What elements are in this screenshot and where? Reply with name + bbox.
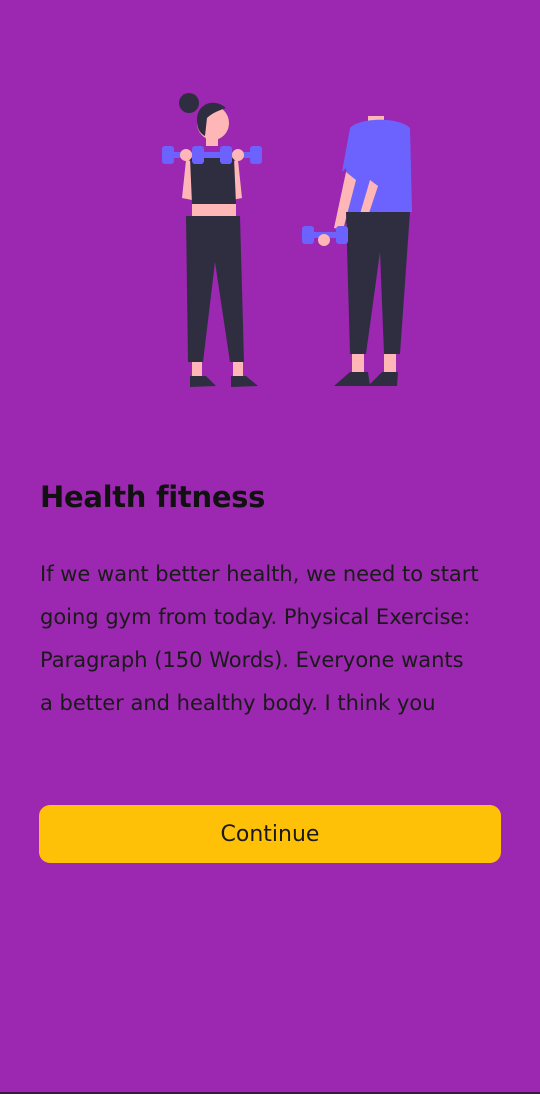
fitness-people-illustration [162, 93, 412, 387]
woman-figure [162, 93, 262, 387]
onboarding-description: If we want better health, we need to sta… [40, 562, 479, 715]
onboarding-screen: Health fitness If we want better health,… [0, 0, 540, 1094]
continue-button[interactable]: Continue [39, 805, 501, 863]
man-figure [302, 116, 412, 386]
onboarding-title: Health fitness [40, 480, 266, 514]
